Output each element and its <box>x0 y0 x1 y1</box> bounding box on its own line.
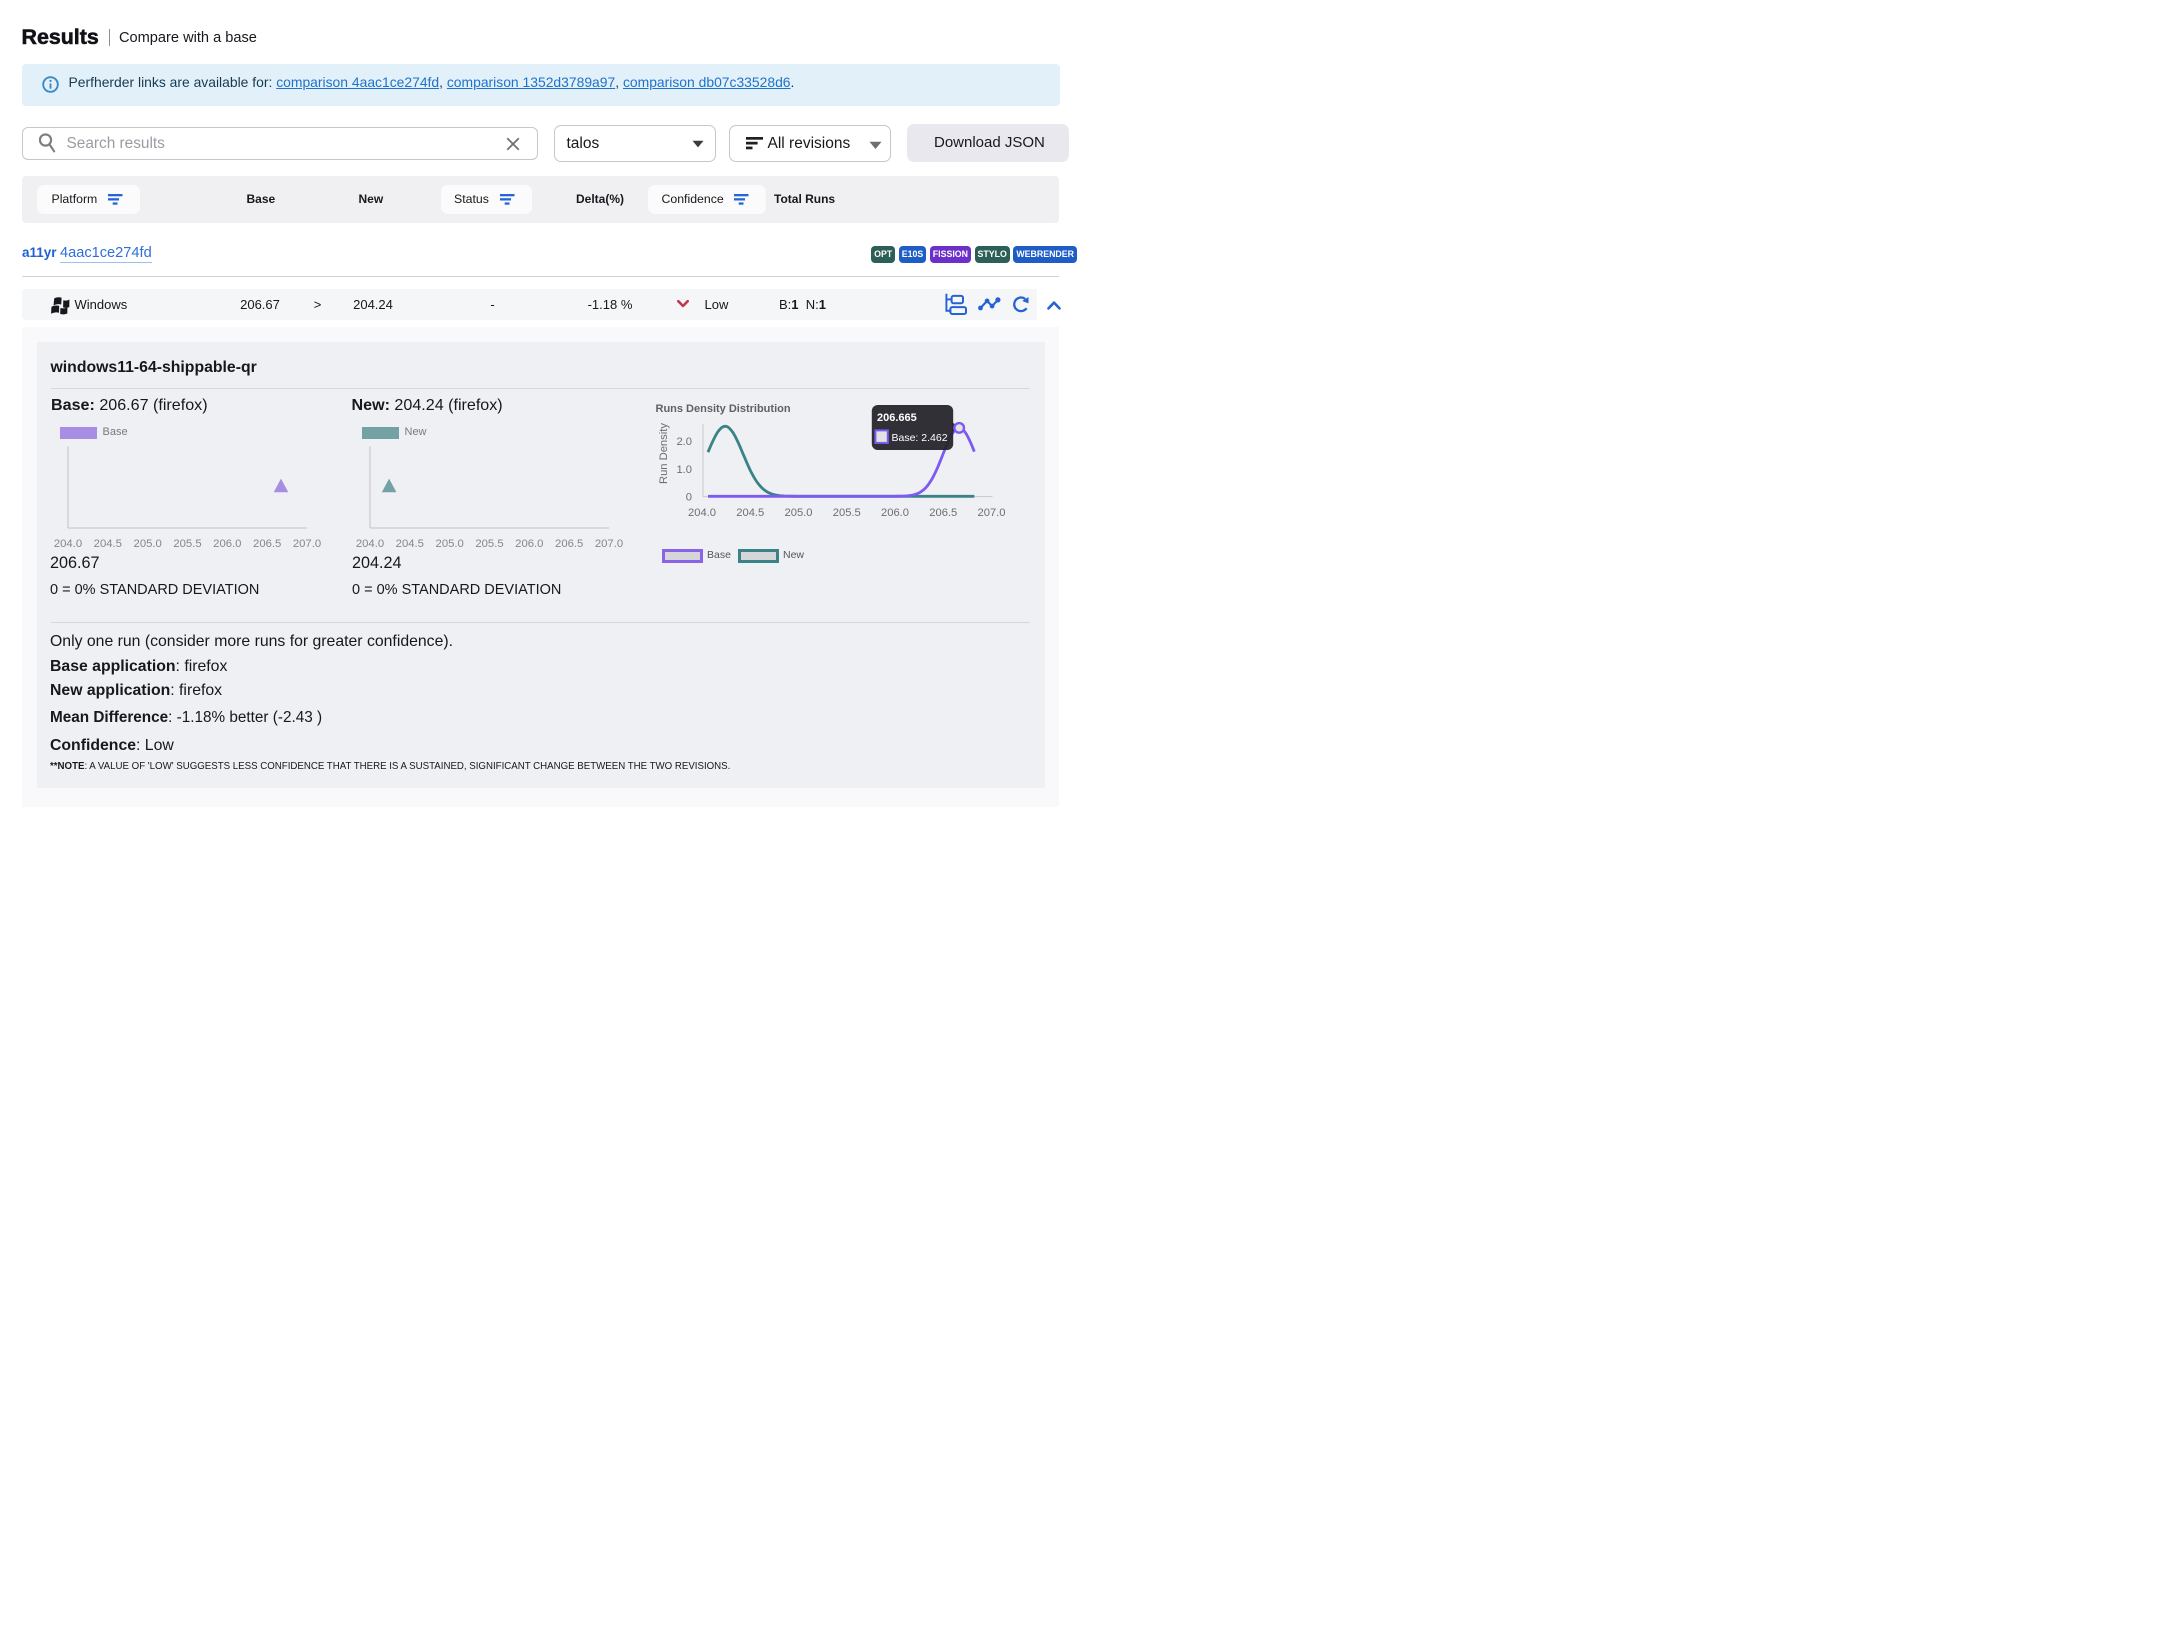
svg-text:204.0: 204.0 <box>54 538 82 550</box>
svg-text:206.0: 206.0 <box>515 538 543 550</box>
svg-text:205.5: 205.5 <box>833 507 861 519</box>
svg-text:206.5: 206.5 <box>253 538 281 550</box>
svg-text:1.0: 1.0 <box>676 464 692 476</box>
svg-text:204.5: 204.5 <box>94 538 122 550</box>
svg-text:204.5: 204.5 <box>396 538 424 550</box>
svg-text:205.0: 205.0 <box>436 538 464 550</box>
svg-text:Run Density: Run Density <box>658 423 670 484</box>
svg-text:206.665: 206.665 <box>877 412 917 424</box>
svg-text:204.0: 204.0 <box>356 538 384 550</box>
svg-text:207.0: 207.0 <box>293 538 321 550</box>
svg-text:205.0: 205.0 <box>785 507 813 519</box>
svg-text:204.5: 204.5 <box>736 507 764 519</box>
svg-text:204.0: 204.0 <box>688 507 716 519</box>
svg-text:Base: 2.462: Base: 2.462 <box>892 432 948 444</box>
svg-text:206.5: 206.5 <box>555 538 583 550</box>
svg-text:206.5: 206.5 <box>929 507 957 519</box>
svg-text:205.5: 205.5 <box>475 538 503 550</box>
svg-text:207.0: 207.0 <box>978 507 1006 519</box>
svg-text:205.0: 205.0 <box>134 538 162 550</box>
svg-text:0: 0 <box>686 492 692 504</box>
svg-text:207.0: 207.0 <box>595 538 623 550</box>
svg-text:205.5: 205.5 <box>173 538 201 550</box>
svg-text:206.0: 206.0 <box>881 507 909 519</box>
svg-text:2.0: 2.0 <box>676 436 692 448</box>
svg-text:206.0: 206.0 <box>213 538 241 550</box>
